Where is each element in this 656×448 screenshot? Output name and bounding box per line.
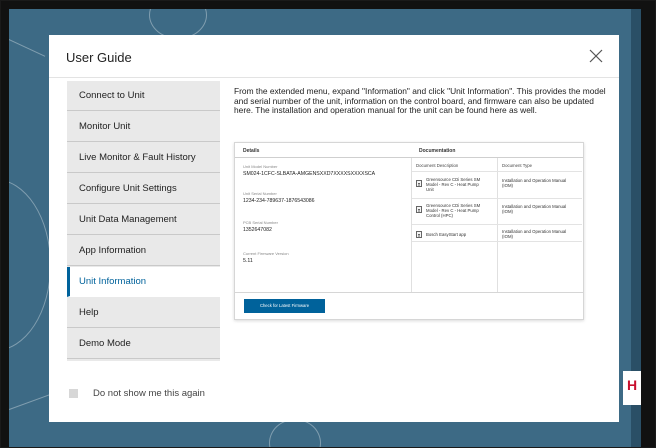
close-button[interactable] [587,47,605,65]
column-divider [497,158,498,292]
document-description[interactable]: Greensource CDi Series SM Model - Rev C … [426,203,484,218]
doc-type-header: Document Type [502,163,533,168]
table-divider [412,241,582,242]
background-line [9,39,46,57]
dont-show-again-label: Do not show me this again [93,388,205,399]
table-divider [412,171,582,172]
guide-content: From the extended menu, expand "Informat… [234,86,609,116]
sidebar-item-app-information[interactable]: App Information [67,236,220,266]
guide-sidebar: Connect to Unit Monitor Unit Live Monito… [67,81,220,361]
table-divider [412,198,582,199]
check-firmware-button[interactable]: Check for Latest Firmware [244,299,325,313]
sidebar-item-demo-mode[interactable]: Demo Mode [67,329,220,359]
guide-instructions: From the extended menu, expand "Informat… [234,86,606,116]
documentation-heading: Documentation [419,148,456,154]
details-heading: Details [243,148,260,154]
brand-logo: H [623,371,641,405]
document-type: Installation and Operation Manual (IOM) [502,178,567,188]
background-gauge-shape-bottom [269,419,321,447]
sidebar-item-unit-data-management[interactable]: Unit Data Management [67,205,220,235]
table-divider [412,224,582,225]
document-icon [416,206,422,213]
pcb-serial-label: PCB Serial Number [243,220,278,225]
doc-description-header: Document Description [416,163,459,168]
card-divider [235,157,583,158]
card-footer-divider [235,292,583,293]
dialog-title: User Guide [66,50,132,65]
firmware-version-value: 5.11 [243,258,253,264]
user-guide-dialog: User Guide Connect to Unit Monitor Unit … [49,35,619,422]
document-type: Installation and Operation Manual (IOM) [502,204,567,214]
unit-information-preview: Details Documentation Unit Model Number … [234,142,584,320]
sidebar-item-connect-to-unit[interactable]: Connect to Unit [67,81,220,111]
firmware-version-label: Current Firmware Version [243,251,289,256]
pcb-serial-value: 1352647082 [243,227,272,233]
sidebar-item-unit-information[interactable]: Unit Information [67,267,220,297]
document-icon [416,231,422,238]
column-divider [411,158,412,292]
serial-number-value: 1234-234-789637-1876543086 [243,198,315,204]
model-number-label: Unit Model Number [243,164,278,169]
document-description[interactable]: Greensource CDi Series SM Model - Rev C … [426,177,484,192]
sidebar-item-help[interactable]: Help [67,298,220,328]
sidebar-item-monitor-unit[interactable]: Monitor Unit [67,112,220,142]
screen-frame: H User Guide Connect to Unit Monitor Uni… [0,0,656,448]
close-icon [589,49,603,63]
document-icon [416,180,422,187]
document-type: Installation and Operation Manual (IOM) [502,229,567,239]
dont-show-again-checkbox[interactable] [69,389,78,398]
background-arc [9,179,51,351]
sidebar-item-configure-unit-settings[interactable]: Configure Unit Settings [67,174,220,204]
header-divider [49,77,619,78]
serial-number-label: Unit Serial Number [243,191,277,196]
document-description[interactable]: Bosch EasyStart app [426,232,484,237]
sidebar-item-live-monitor[interactable]: Live Monitor & Fault History [67,143,220,173]
model-number-value: SM024-1CFC-SLBATA-AMGENSXXD7XXXXSXXXXSCA [243,171,376,177]
